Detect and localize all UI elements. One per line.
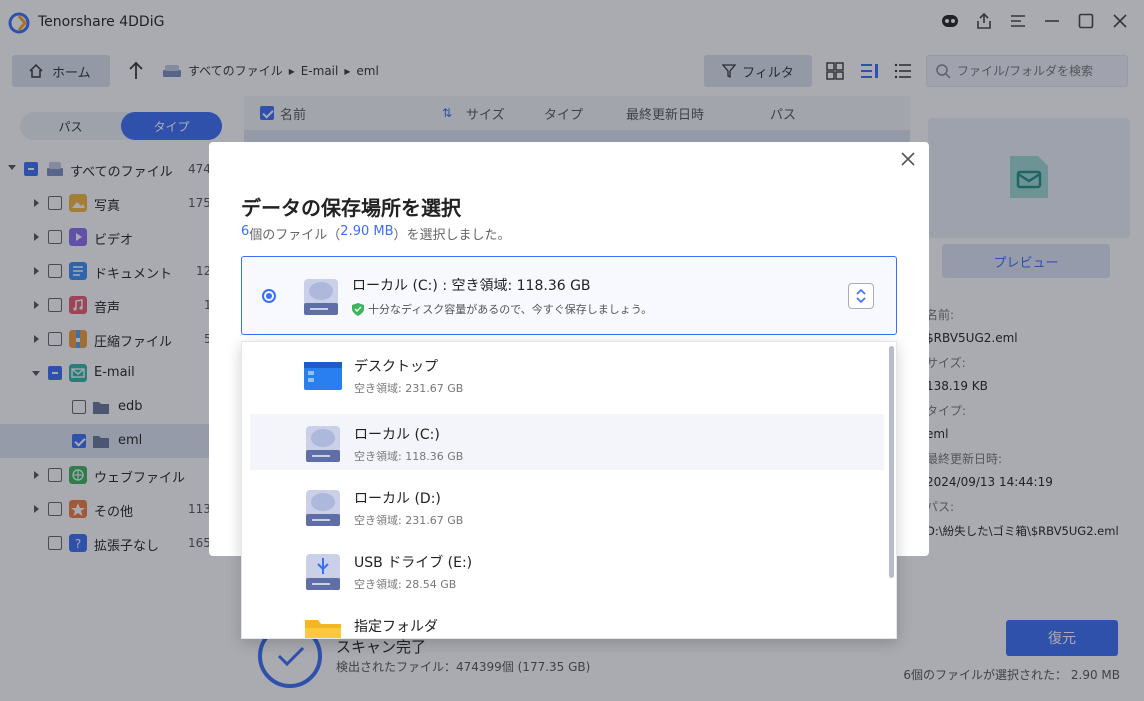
dialog-subtitle: 6 個のファイル（ 2.90 MB ）を選択しました。 — [241, 224, 511, 243]
drive-option-name: USB ドライブ (E:) — [354, 555, 473, 571]
local-disk-icon — [306, 426, 340, 462]
drive-option-free: 空き領域: 231.67 GB — [354, 514, 464, 527]
local-disk-icon — [306, 490, 340, 526]
dialog-title: データの保存場所を選択 — [241, 196, 461, 220]
drive-option-free: 空き領域: 231.67 GB — [354, 382, 464, 395]
shield-check-icon — [352, 302, 364, 316]
drive-option-name: ローカル (D:) — [354, 491, 441, 507]
chevron-up-down-icon — [856, 288, 866, 304]
radio-selected[interactable] — [262, 289, 276, 303]
folder-icon — [305, 620, 341, 638]
drive-option-d[interactable]: ローカル (D:) 空き領域: 231.67 GB — [250, 478, 884, 534]
drive-option-custom-folder[interactable]: 指定フォルダ — [250, 606, 884, 638]
drive-option-name: 指定フォルダ — [354, 619, 438, 635]
dropdown-scrollbar[interactable] — [889, 346, 894, 578]
drive-option-free: 空き領域: 118.36 GB — [354, 450, 464, 463]
local-disk-icon — [304, 279, 338, 315]
drive-option-desktop[interactable]: デスクトップ 空き領域: 231.67 GB — [250, 346, 884, 402]
usb-drive-icon — [306, 554, 340, 590]
drive-select-box[interactable]: ローカル (C:) : 空き領域: 118.36 GB 十分なディスク容量がある… — [241, 256, 897, 335]
close-icon[interactable] — [899, 150, 917, 168]
selected-drive-label: ローカル (C:) : 空き領域: 118.36 GB — [352, 278, 591, 294]
dropdown-toggle-button[interactable] — [848, 283, 874, 309]
desktop-icon — [304, 362, 342, 390]
drive-option-c[interactable]: ローカル (C:) 空き領域: 118.36 GB — [250, 414, 884, 470]
drive-option-free: 空き領域: 28.54 GB — [354, 578, 457, 591]
selected-drive-hint: 十分なディスク容量があるので、今すぐ保存しましょう。 — [352, 301, 652, 317]
drive-dropdown-list: デスクトップ 空き領域: 231.67 GB ローカル (C:) 空き領域: 1… — [241, 341, 897, 639]
drive-option-usb[interactable]: USB ドライブ (E:) 空き領域: 28.54 GB — [250, 542, 884, 598]
drive-option-name: デスクトップ — [354, 359, 438, 375]
drive-option-name: ローカル (C:) — [354, 427, 440, 443]
